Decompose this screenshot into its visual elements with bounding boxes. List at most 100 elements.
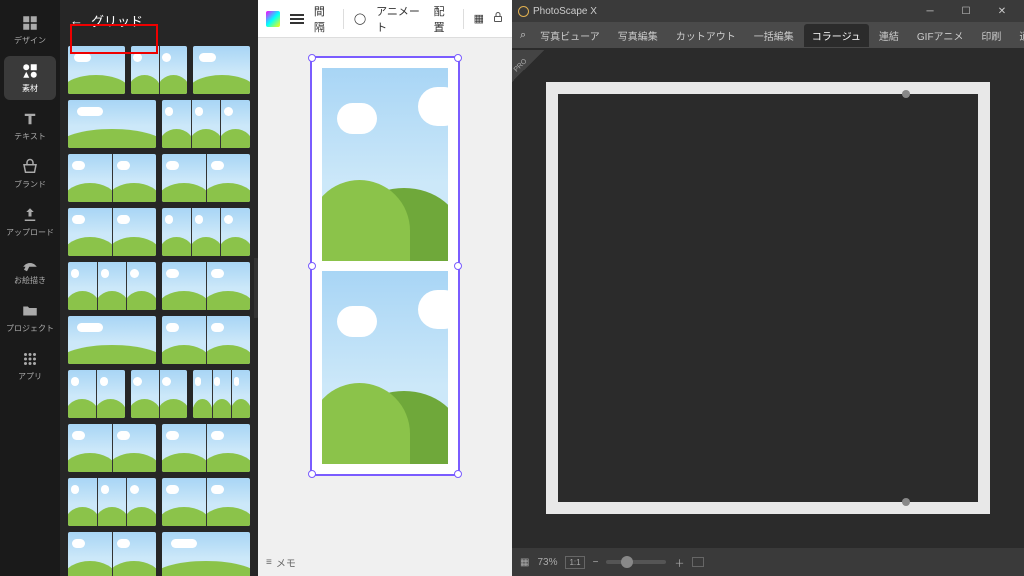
minimize-button[interactable]: ─ (914, 0, 946, 22)
resize-handle[interactable] (454, 262, 462, 270)
titlebar: PhotoScape X ─ ☐ ✕ (512, 0, 1024, 22)
zoom-out-icon[interactable]: − (593, 557, 599, 568)
canvas-topbar: 間隔 ◯ アニメート 配置 ▦ (258, 0, 512, 38)
resize-handle[interactable] (308, 54, 316, 62)
animate-icon: ◯ (354, 12, 366, 25)
tab-GIFアニメ[interactable]: GIFアニメ (909, 24, 971, 47)
canva-app: デザイン 素材 テキスト ブランド アップロード お絵描き プロジェクト アプリ… (0, 0, 512, 576)
tab-写真編集[interactable]: 写真編集 (610, 24, 666, 47)
tool-apps[interactable]: アプリ (4, 344, 56, 388)
tab-写真ビューア[interactable]: 写真ビューア (532, 24, 608, 47)
grid-template[interactable] (193, 46, 250, 94)
selected-page[interactable] (310, 56, 460, 476)
tool-label: デザイン (14, 35, 46, 46)
grid-template[interactable] (68, 100, 156, 148)
zoom-slider[interactable] (606, 560, 666, 564)
grid-template[interactable] (162, 316, 250, 364)
collage-frame[interactable] (546, 82, 990, 514)
grid-template[interactable] (131, 370, 188, 418)
grid-template[interactable] (162, 532, 250, 576)
fit-icon[interactable] (692, 557, 704, 567)
tab-印刷[interactable]: 印刷 (973, 24, 1009, 47)
tabbar: ⌕ 写真ビューア写真編集カットアウト一括編集コラージュ連結GIFアニメ印刷道具 (512, 22, 1024, 48)
resize-handle[interactable] (454, 470, 462, 478)
lock-icon[interactable] (492, 11, 504, 26)
zoom-value[interactable]: 73% (537, 557, 557, 568)
resize-handle[interactable] (308, 262, 316, 270)
panel-title: グリッド (91, 11, 143, 30)
grid-toggle-icon[interactable]: ▦ (520, 557, 529, 568)
grid-template[interactable] (68, 154, 156, 202)
grid-template[interactable] (131, 46, 188, 94)
tab-カットアウト[interactable]: カットアウト (668, 24, 744, 47)
resize-handle[interactable] (308, 470, 316, 478)
grid-template[interactable] (68, 316, 156, 364)
tool-design[interactable]: デザイン (4, 8, 56, 52)
tool-brand[interactable]: ブランド (4, 152, 56, 196)
grid-placeholder-2[interactable] (322, 271, 448, 464)
lines-icon[interactable] (290, 14, 304, 24)
tool-label: アプリ (18, 371, 42, 382)
panel-header: ← グリッド (60, 0, 258, 40)
grid-template[interactable] (68, 262, 156, 310)
grid-template[interactable] (162, 424, 250, 472)
animate-button[interactable]: アニメート (376, 3, 424, 35)
grid-template[interactable] (68, 478, 156, 526)
back-icon[interactable]: ← (70, 13, 83, 28)
grid-template[interactable] (162, 262, 250, 310)
window-title: PhotoScape X (533, 6, 597, 17)
tool-label: プロジェクト (6, 323, 54, 334)
grid-template[interactable] (162, 154, 250, 202)
collage-cell-2[interactable] (910, 94, 978, 502)
grid-placeholder-1[interactable] (322, 68, 448, 261)
grid-template[interactable] (68, 208, 156, 256)
tab-道具[interactable]: 道具 (1011, 24, 1024, 47)
canvas-area[interactable] (258, 38, 512, 548)
resize-handle[interactable] (454, 54, 462, 62)
maximize-button[interactable]: ☐ (950, 0, 982, 22)
grid-template[interactable] (162, 100, 250, 148)
tool-label: 素材 (22, 83, 38, 94)
tool-text[interactable]: テキスト (4, 104, 56, 148)
tab-連結[interactable]: 連結 (871, 24, 907, 47)
tab-コラージュ[interactable]: コラージュ (804, 24, 869, 47)
memo-bar[interactable]: ≡ メモ (258, 548, 512, 576)
transparency-icon[interactable]: ▦ (474, 12, 482, 25)
close-button[interactable]: ✕ (986, 0, 1018, 22)
photoscape-app: PhotoScape X ─ ☐ ✕ ⌕ 写真ビューア写真編集カットアウト一括編… (512, 0, 1024, 576)
tool-label: アップロード (6, 227, 54, 238)
grid-template[interactable] (193, 370, 250, 418)
tool-projects[interactable]: プロジェクト (4, 296, 56, 340)
search-icon[interactable]: ⌕ (516, 29, 530, 42)
divider-node[interactable] (902, 90, 910, 98)
tool-elements[interactable]: 素材 (4, 56, 56, 100)
tab-一括編集[interactable]: 一括編集 (746, 24, 802, 47)
grid-templates (60, 40, 258, 576)
memo-label: メモ (276, 555, 296, 570)
tool-label: ブランド (14, 179, 46, 190)
spacing-button[interactable]: 間隔 (314, 3, 333, 35)
canvas-wrap: 間隔 ◯ アニメート 配置 ▦ ≡ メモ (258, 0, 512, 576)
tool-draw[interactable]: お絵描き (4, 248, 56, 292)
grid-template[interactable] (162, 478, 250, 526)
aspect-ratio[interactable]: 1:1 (565, 556, 584, 569)
tool-upload[interactable]: アップロード (4, 200, 56, 244)
grid-template[interactable] (68, 532, 156, 576)
memo-icon: ≡ (266, 557, 272, 568)
collage-cell-1[interactable] (558, 94, 898, 502)
color-swatch[interactable] (266, 11, 280, 27)
app-logo-icon (518, 6, 529, 17)
grid-template[interactable] (68, 370, 125, 418)
tool-label: テキスト (14, 131, 46, 142)
grid-panel: ← グリッド (60, 0, 258, 576)
bottombar: ▦ 73% 1:1 − ＋ (512, 548, 1024, 576)
grid-template[interactable] (68, 46, 125, 94)
divider-node[interactable] (902, 498, 910, 506)
grid-template[interactable] (68, 424, 156, 472)
pro-badge: PRO (512, 50, 544, 82)
zoom-in-icon[interactable]: ＋ (674, 555, 684, 570)
grid-template[interactable] (162, 208, 250, 256)
left-toolstrip: デザイン 素材 テキスト ブランド アップロード お絵描き プロジェクト アプリ (0, 0, 60, 576)
collage-workspace[interactable]: PRO (512, 48, 1024, 548)
position-button[interactable]: 配置 (434, 3, 453, 35)
